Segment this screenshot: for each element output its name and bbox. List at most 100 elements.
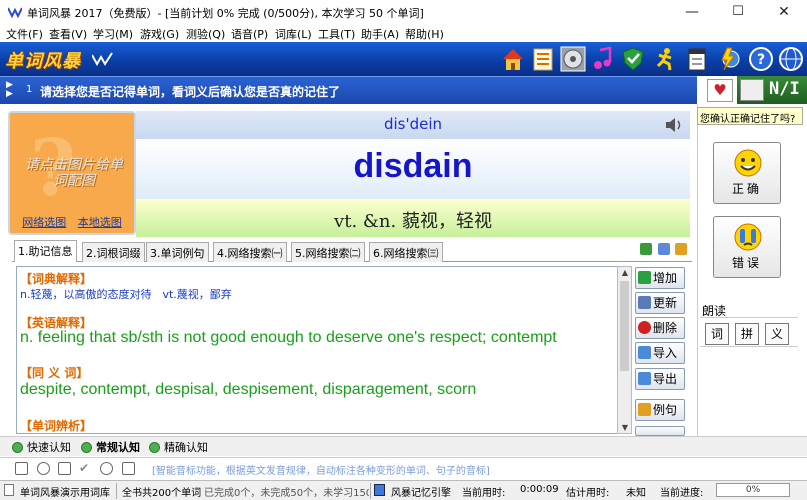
music-icon[interactable] bbox=[590, 46, 616, 72]
favorite-heart-button[interactable]: ♥ bbox=[707, 79, 733, 102]
play-arrows-icon[interactable]: ▶ ▶ bbox=[6, 81, 13, 99]
menu-tools[interactable]: 工具(T) bbox=[318, 26, 355, 42]
menu-quiz[interactable]: 测验(Q) bbox=[186, 26, 225, 42]
synonym-section-title: 【同 义 词】 bbox=[20, 366, 89, 380]
status-library: 单词风暴演示用词库 bbox=[20, 488, 110, 499]
app-logo: 单词风暴 bbox=[5, 51, 81, 72]
tab-web-search-1[interactable]: 4.网络搜索㈠ bbox=[213, 242, 287, 262]
read-word-button[interactable]: 词 bbox=[705, 323, 729, 345]
window-title: 单词风暴 2017（免费版）- [当前计划 0% 完成 (0/500分), 本次… bbox=[27, 7, 424, 20]
nav-indicator[interactable]: N/I bbox=[737, 76, 807, 104]
memory-info-content[interactable]: 【词典解释】 n.轻蔑，以高傲的态度对待 vt.蔑视，鄙弃 【英语解释】 n. … bbox=[16, 266, 632, 434]
menu-voice[interactable]: 语音(P) bbox=[231, 26, 268, 42]
word-image-panel[interactable]: ? 请点击图片给单词配图 网络选图 本地选图 bbox=[8, 111, 136, 235]
mode-normal[interactable]: 常规认知 bbox=[81, 439, 140, 455]
app-logo-icon bbox=[8, 7, 22, 18]
lightning-icon[interactable] bbox=[716, 46, 742, 72]
help-icon[interactable]: ? bbox=[748, 46, 774, 72]
scroll-thumb[interactable] bbox=[620, 281, 629, 371]
mode-precise[interactable]: 精确认知 bbox=[149, 439, 208, 455]
word-meaning: vt. &n. 藐视，轻视 bbox=[334, 211, 492, 232]
phonetic-row: dis'dein bbox=[136, 111, 690, 139]
instruction-text: 请选择您是否记得单词，看词义后确认您是否真的记住了 bbox=[40, 85, 341, 99]
partial-button[interactable] bbox=[635, 426, 685, 436]
mode-tabs: 快速认知 常规认知 精确认知 bbox=[0, 436, 807, 456]
mode-icon bbox=[81, 442, 92, 453]
minimize-button[interactable]: — bbox=[669, 0, 715, 24]
read-spell-button[interactable]: 拼 bbox=[735, 323, 759, 345]
library-icon bbox=[4, 484, 14, 496]
delete-label: 删除 bbox=[653, 321, 678, 335]
update-button[interactable]: 更新 bbox=[635, 292, 685, 314]
net-image-link[interactable]: 网络选图 bbox=[22, 216, 66, 229]
menu-assistant[interactable]: 助手(A) bbox=[361, 26, 399, 42]
progress-percent: 0% bbox=[745, 485, 761, 495]
shield-icon[interactable] bbox=[620, 46, 646, 72]
menu-view[interactable]: 查看(V) bbox=[49, 26, 87, 42]
notebook-icon[interactable] bbox=[684, 46, 710, 72]
globe-icon[interactable] bbox=[778, 46, 804, 72]
add-button[interactable]: 增加 bbox=[635, 267, 685, 289]
settings-icon[interactable] bbox=[100, 462, 113, 475]
smile-face-icon bbox=[734, 149, 762, 177]
correct-button[interactable]: 正确 bbox=[713, 142, 781, 204]
engine-icon bbox=[374, 484, 385, 496]
scroll-down-icon[interactable]: ▼ bbox=[619, 423, 631, 432]
import-button[interactable]: 导入 bbox=[635, 342, 685, 364]
tab-memory-info[interactable]: 1.助记信息 bbox=[14, 240, 77, 262]
lock-icon[interactable] bbox=[675, 243, 687, 255]
read-meaning-button[interactable]: 义 bbox=[765, 323, 789, 345]
menu-file[interactable]: 文件(F) bbox=[6, 26, 43, 42]
menu-library[interactable]: 词库(L) bbox=[275, 26, 312, 42]
checkbox-icon[interactable] bbox=[15, 462, 28, 475]
vocab-word: disdain bbox=[353, 147, 473, 185]
copy-icon[interactable] bbox=[657, 243, 670, 255]
wrong-label: 错误 bbox=[731, 256, 762, 270]
tab-roots[interactable]: 2.词根词缀 bbox=[82, 242, 145, 262]
status-estimate-label: 估计用时: bbox=[566, 488, 610, 499]
menu-game[interactable]: 游戏(G) bbox=[140, 26, 179, 42]
refresh-icon[interactable] bbox=[640, 243, 652, 255]
instruction-bar: ▶ ▶ 1 请选择您是否记得单词，看词义后确认您是否真的记住了 bbox=[0, 76, 697, 104]
plus-icon bbox=[638, 271, 651, 284]
tab-web-search-2[interactable]: 5.网络搜索㈡ bbox=[291, 242, 365, 262]
mode-quick-label: 快速认知 bbox=[27, 441, 71, 454]
english-section-body: n. feeling that sb/sth is not good enoug… bbox=[20, 329, 557, 346]
dict-section-body: n.轻蔑，以高傲的态度对待 vt.蔑视，鄙弃 bbox=[20, 288, 232, 301]
tab-web-search-3[interactable]: 6.网络搜索㈢ bbox=[369, 242, 443, 262]
runner-icon[interactable] bbox=[652, 46, 678, 72]
word-list-icon[interactable] bbox=[530, 46, 556, 72]
status-separator bbox=[370, 483, 371, 499]
home-icon[interactable] bbox=[500, 46, 526, 72]
search-icon[interactable] bbox=[37, 462, 50, 475]
export-file-icon[interactable] bbox=[122, 462, 135, 475]
edit-icon[interactable] bbox=[58, 462, 71, 475]
tab-examples[interactable]: 3.单词例句 bbox=[146, 242, 209, 262]
mode-quick[interactable]: 快速认知 bbox=[12, 439, 71, 455]
menu-help[interactable]: 帮助(H) bbox=[405, 26, 444, 42]
instruction-number: 1 bbox=[26, 84, 33, 95]
local-image-link[interactable]: 本地选图 bbox=[78, 216, 122, 229]
check-icon[interactable]: ✔ bbox=[79, 462, 92, 475]
example-button[interactable]: 例句 bbox=[635, 399, 685, 421]
phonetic: dis'dein bbox=[383, 115, 443, 133]
image-hint: 请点击图片给单词配图 bbox=[25, 157, 123, 189]
close-button[interactable]: ✕ bbox=[761, 0, 807, 24]
export-button[interactable]: 导出 bbox=[635, 368, 685, 390]
menu-study[interactable]: 学习(M) bbox=[93, 26, 133, 42]
example-label: 例句 bbox=[653, 403, 678, 417]
delete-icon bbox=[638, 321, 651, 334]
bottom-toolbar: ✔ [智能音标功能，根据英文发音规律，自动标注各种变形的单词、句子的音标] bbox=[0, 457, 807, 479]
example-icon bbox=[638, 403, 651, 416]
maximize-button[interactable]: ☐ bbox=[715, 0, 761, 24]
keyboard-mouse-icon bbox=[740, 79, 764, 101]
scroll-up-icon[interactable]: ▲ bbox=[619, 268, 631, 277]
speaker-icon[interactable] bbox=[664, 116, 684, 134]
delete-button[interactable]: 删除 bbox=[635, 317, 685, 339]
export-icon bbox=[638, 372, 651, 385]
mode-icon bbox=[149, 442, 160, 453]
content-scrollbar[interactable]: ▲ ▼ bbox=[617, 266, 632, 434]
disc-icon[interactable] bbox=[560, 46, 586, 72]
word-row: disdain bbox=[136, 139, 690, 199]
wrong-button[interactable]: 错误 bbox=[713, 216, 781, 278]
